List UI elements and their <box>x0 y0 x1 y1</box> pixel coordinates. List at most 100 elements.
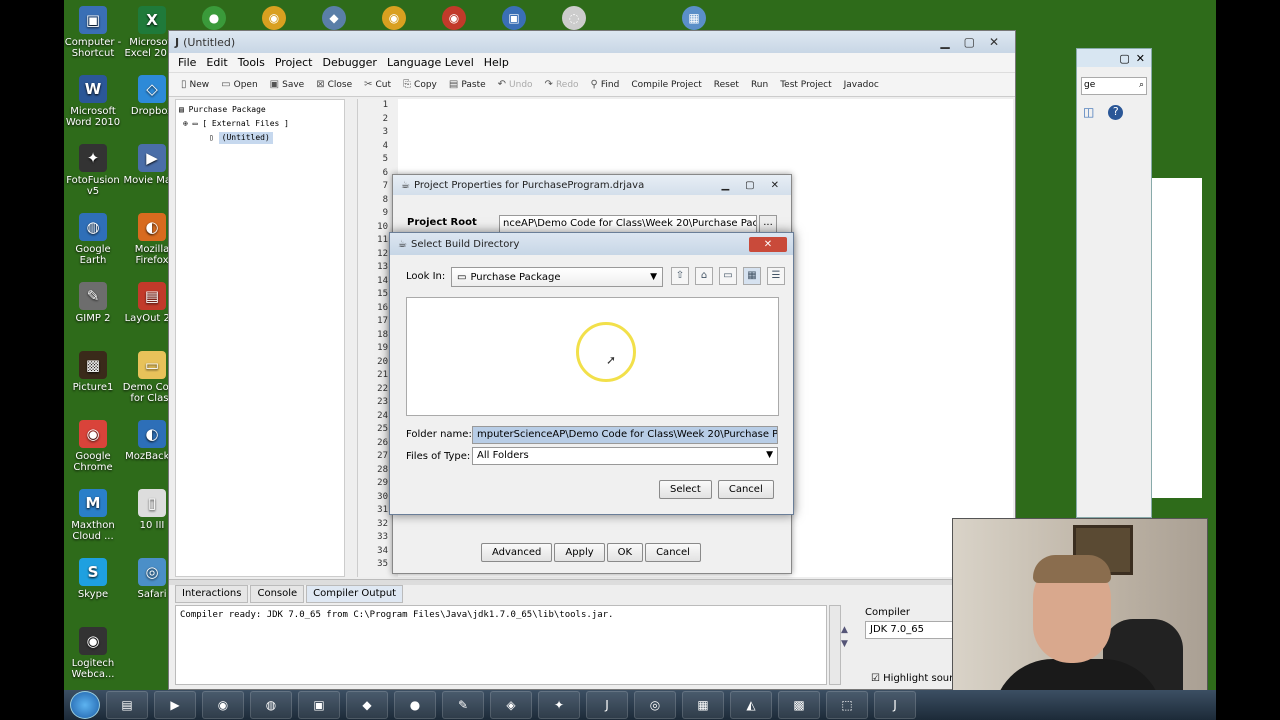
toolbar-compile-project-button[interactable]: Compile Project <box>631 80 701 90</box>
minimize-icon[interactable]: ▁ <box>940 35 949 49</box>
menu-edit[interactable]: Edit <box>206 56 227 69</box>
desktop-icon[interactable]: W Microsoft Word 2010 <box>64 75 123 128</box>
close-icon[interactable]: ✕ <box>749 236 787 252</box>
powerpoint-icon[interactable]: ▩ <box>778 691 820 719</box>
select-button[interactable]: Select <box>659 480 712 499</box>
up-folder-icon[interactable]: ⇧ <box>671 267 689 285</box>
tab-interactions[interactable]: Interactions <box>175 585 249 603</box>
toolbar-javadoc-button[interactable]: Javadoc <box>844 80 879 90</box>
maxthon-icon[interactable]: ▣ <box>298 691 340 719</box>
spotify-icon[interactable]: ● <box>202 6 226 30</box>
project-root-field[interactable]: nceAP\Demo Code for Class\Week 20\Purcha… <box>499 215 757 233</box>
up-arrow-icon[interactable]: ▲ <box>841 625 848 635</box>
apply-button[interactable]: Apply <box>554 543 605 562</box>
desktop-icon[interactable]: ✎ GIMP 2 <box>64 282 123 324</box>
down-arrow-icon[interactable]: ▼ <box>841 639 848 649</box>
desktop-icon[interactable]: ◍ Google Earth <box>64 213 123 266</box>
menu-debugger[interactable]: Debugger <box>322 56 376 69</box>
cancel-button[interactable]: Cancel <box>717 480 774 499</box>
tab-compiler-output[interactable]: Compiler Output <box>306 585 404 603</box>
app-icon[interactable]: ✦ <box>538 691 580 719</box>
menu-file[interactable]: File <box>178 56 196 69</box>
chrome-icon[interactable]: ◉ <box>202 691 244 719</box>
drjava-icon[interactable]: J <box>874 691 916 719</box>
tree-root[interactable]: ▤ Purchase Package <box>179 103 341 117</box>
firefox-icon[interactable]: ◍ <box>250 691 292 719</box>
desktop-icon[interactable]: S Skype <box>64 558 123 600</box>
minimize-icon[interactable]: ▁ <box>721 180 729 191</box>
line-number: 8 <box>382 194 388 205</box>
explorer-icon[interactable]: ▤ <box>106 691 148 719</box>
start-button[interactable] <box>70 691 100 719</box>
close-icon[interactable]: ✕ <box>771 180 779 191</box>
toolbar-paste-button[interactable]: ▤ Paste <box>449 79 486 90</box>
maximize-icon[interactable]: ▢ <box>964 35 975 49</box>
snipping-icon[interactable]: ⬚ <box>826 691 868 719</box>
new-folder-icon[interactable]: ▭ <box>719 267 737 285</box>
files-of-type-select[interactable]: All Folders ▼ <box>472 447 778 465</box>
folder-name-field[interactable]: mputerScienceAP\Demo Code for Class\Week… <box>472 426 778 444</box>
toolbar-copy-button[interactable]: ⎘ Copy <box>403 79 437 90</box>
file-list[interactable]: ➚ <box>406 297 779 416</box>
app-icon[interactable]: ◉ <box>382 6 406 30</box>
toolbar-open-button[interactable]: ▭ Open <box>221 79 258 90</box>
pdf-icon[interactable]: ▦ <box>682 691 724 719</box>
app-icon[interactable]: ◉ <box>262 6 286 30</box>
menu-project[interactable]: Project <box>275 56 313 69</box>
desktop-icon[interactable]: M Maxthon Cloud ... <box>64 489 123 542</box>
line-number: 2 <box>382 113 388 124</box>
browse-button[interactable]: ... <box>759 215 777 233</box>
look-in-select[interactable]: ▭ Purchase Package ▼ <box>451 267 663 287</box>
toolbar-save-button[interactable]: ▣ Save <box>270 79 305 90</box>
ok-button[interactable]: OK <box>606 543 644 562</box>
app-icon[interactable]: ◭ <box>730 691 772 719</box>
menu-tools[interactable]: Tools <box>238 56 265 69</box>
desktop-icon[interactable]: ◉ Logitech Webca... <box>64 627 123 680</box>
spotify-icon[interactable]: ● <box>394 691 436 719</box>
toolbar-run-button[interactable]: Run <box>751 80 768 90</box>
maximize-icon[interactable]: ▢ <box>1119 52 1129 65</box>
details-view-icon[interactable]: ☰ <box>767 267 785 285</box>
advanced-button[interactable]: Advanced <box>481 543 553 562</box>
desktop-icon[interactable]: ✦ FotoFusion v5 <box>64 144 123 197</box>
home-icon[interactable]: ⌂ <box>695 267 713 285</box>
tree-external[interactable]: ⊕ ▭ [ External Files ] <box>179 117 341 131</box>
tab-console[interactable]: Console <box>250 585 305 603</box>
desktop-icon[interactable]: ▩ Picture1 <box>64 351 123 393</box>
menu-help[interactable]: Help <box>484 56 509 69</box>
close-icon[interactable]: ✕ <box>1136 52 1145 65</box>
app-icon[interactable]: ▣ <box>502 6 526 30</box>
compiler-select[interactable]: JDK 7.0_65 <box>865 621 961 639</box>
app-icon[interactable]: ◆ <box>322 6 346 30</box>
cancel-button[interactable]: Cancel <box>645 543 701 562</box>
app-icon[interactable]: ◉ <box>442 6 466 30</box>
menu-language-level[interactable]: Language Level <box>387 56 474 69</box>
tree-untitled[interactable]: ▯ (Untitled) <box>179 131 341 145</box>
search-box[interactable]: ge ⌕ <box>1081 77 1147 95</box>
toolbar-redo-button[interactable]: ↷ Redo <box>545 79 579 90</box>
pane-icon[interactable]: ◫ <box>1083 105 1094 120</box>
toolbar-new-button[interactable]: ▯ New <box>181 79 209 90</box>
list-view-icon[interactable]: ▦ <box>743 267 761 285</box>
scrollbar[interactable] <box>829 605 841 685</box>
app-icon[interactable]: ◌ <box>562 6 586 30</box>
desktop-icon[interactable]: ▣ Computer - Shortcut <box>64 6 123 59</box>
app-icon[interactable]: ◆ <box>346 691 388 719</box>
app-icon[interactable]: ✎ <box>442 691 484 719</box>
toolbar-find-button[interactable]: ⚲ Find <box>591 79 620 90</box>
drjava-icon[interactable]: J <box>586 691 628 719</box>
maximize-icon[interactable]: ▢ <box>745 180 754 191</box>
toolbar-reset-button[interactable]: Reset <box>714 80 739 90</box>
app-icon[interactable]: ◈ <box>490 691 532 719</box>
toolbar-test-project-button[interactable]: Test Project <box>780 80 831 90</box>
highlight-source-checkbox[interactable]: ☑ Highlight sourc <box>871 673 959 684</box>
toolbar-undo-button[interactable]: ↶ Undo <box>498 79 533 90</box>
toolbar-close-button[interactable]: ⊠ Close <box>316 79 352 90</box>
android-icon[interactable]: ◎ <box>634 691 676 719</box>
desktop-icon[interactable]: ◉ Google Chrome <box>64 420 123 473</box>
help-icon[interactable]: ? <box>1108 105 1124 120</box>
toolbar-cut-button[interactable]: ✂ Cut <box>364 79 391 90</box>
app-icon[interactable]: ▦ <box>682 6 706 30</box>
close-icon[interactable]: ✕ <box>989 35 999 49</box>
media-player-icon[interactable]: ▶ <box>154 691 196 719</box>
